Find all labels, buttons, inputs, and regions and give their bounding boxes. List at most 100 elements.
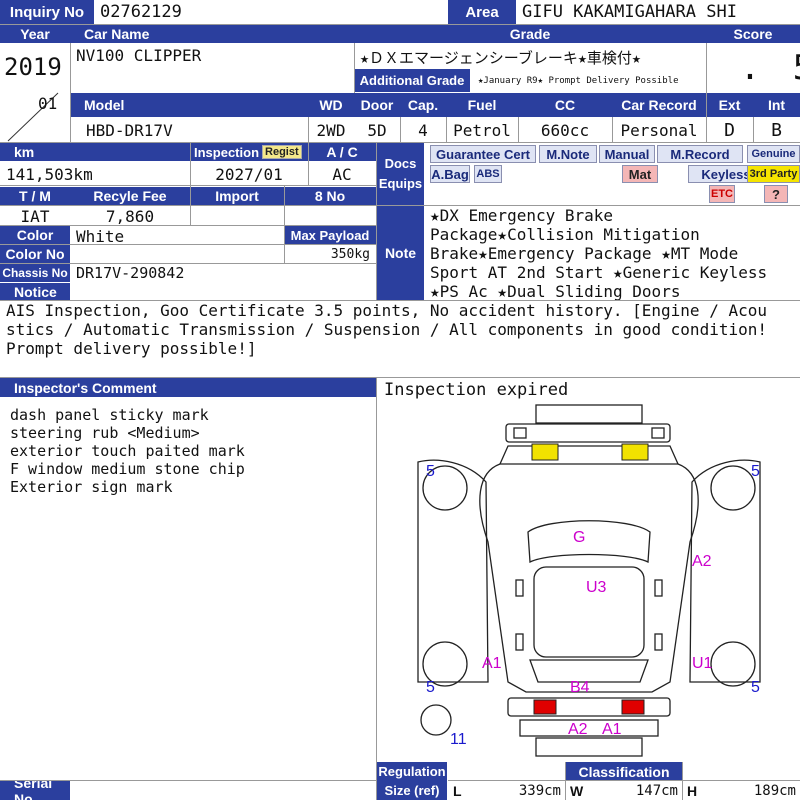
size-w: W 147cm bbox=[566, 781, 682, 800]
equip-badge: M.Record bbox=[657, 145, 743, 163]
tm-value: IAT bbox=[20, 206, 50, 226]
import-label: Import bbox=[190, 187, 284, 205]
size-w-value: 147cm bbox=[635, 782, 678, 799]
ac-label: A / C bbox=[308, 143, 376, 161]
grid-line bbox=[518, 117, 519, 143]
car-record-value: Personal bbox=[620, 120, 698, 140]
car-name-value: NV100 CLIPPER bbox=[76, 46, 202, 65]
size-ref-label: Size (ref) bbox=[377, 781, 447, 800]
grid-line bbox=[376, 143, 377, 300]
inspection-status: Inspection expired bbox=[384, 380, 569, 400]
equip-badge: Guarantee Cert bbox=[430, 145, 536, 163]
equip-badge: M.Note bbox=[539, 145, 597, 163]
grid-line bbox=[0, 300, 800, 301]
wd-label: WD bbox=[308, 93, 354, 117]
grid-line bbox=[400, 117, 401, 143]
score-value: 3 . 5 bbox=[706, 47, 800, 88]
grid-line bbox=[0, 225, 376, 226]
equips-panel: Guarantee Cert M.Note Manual M.Record Genuin… bbox=[424, 143, 800, 205]
damage-mark: A2 bbox=[568, 721, 588, 738]
model-value: HBD-DR17V bbox=[86, 120, 173, 140]
equip-badge: Manual bbox=[599, 145, 655, 163]
inspector-comment: exterior touch paited mark bbox=[10, 442, 245, 460]
damage-mark: A1 bbox=[602, 721, 622, 738]
size-h-label: H bbox=[687, 782, 698, 799]
damage-mark: A1 bbox=[482, 655, 502, 672]
note-label: Note bbox=[377, 206, 424, 300]
max-payload-value: 350kg bbox=[330, 246, 370, 262]
inspector-comment-label: Inspector's Comment bbox=[0, 378, 376, 397]
inquiry-number: 02762129 bbox=[100, 2, 182, 22]
grid-line bbox=[0, 205, 800, 206]
grade-value: ★ＤＸエマージェンシーブレーキ★車検付★ bbox=[360, 48, 641, 67]
year-label: Year bbox=[0, 24, 70, 43]
km-value: 141,503km bbox=[6, 164, 93, 184]
equips-label: Equips bbox=[378, 176, 423, 191]
taillight-left-mark bbox=[533, 699, 557, 715]
score-label: Score bbox=[706, 24, 800, 43]
damage-mark: U3 bbox=[586, 579, 607, 596]
note-text: ★DX Emergency Brake Package★Collision Mi… bbox=[430, 206, 777, 301]
inquiry-label: Inquiry No bbox=[0, 0, 94, 24]
inspector-comment: Exterior sign mark bbox=[10, 478, 173, 496]
grid-line bbox=[0, 244, 376, 245]
additional-grade-value: ★January R9★ Prompt Delivery Possible bbox=[478, 75, 679, 86]
car-record-label: Car Record bbox=[612, 93, 706, 117]
ext-label: Ext bbox=[706, 93, 753, 117]
equip-badge: A.Bag bbox=[430, 165, 470, 183]
model-label: Model bbox=[70, 93, 308, 117]
inspector-comment: dash panel sticky mark bbox=[10, 406, 209, 424]
no8-label: 8 No bbox=[284, 187, 376, 205]
size-l-label: L bbox=[453, 782, 462, 799]
grid-line bbox=[190, 143, 191, 226]
tm-label: T / M bbox=[0, 187, 70, 205]
docs-equips-label: Docs Equips bbox=[377, 143, 424, 205]
color-label: Color bbox=[0, 226, 70, 244]
grid-line bbox=[70, 43, 71, 143]
area-value: GIFU KAKAMIGAHARA SHI bbox=[522, 2, 737, 22]
inspector-comment: steering rub <Medium> bbox=[10, 424, 200, 442]
fuel-label: Fuel bbox=[446, 93, 518, 117]
damage-mark: G bbox=[573, 529, 585, 546]
equip-badge: ABS bbox=[474, 165, 502, 183]
ext-value: D bbox=[724, 119, 735, 141]
inspection-label: Inspection Regist bbox=[190, 143, 308, 161]
classification-label: Classification bbox=[566, 762, 682, 781]
grid-line bbox=[612, 117, 613, 143]
damage-mark: B4 bbox=[570, 679, 590, 696]
cap-value: 4 bbox=[418, 120, 428, 140]
door-label: Door bbox=[354, 93, 400, 117]
wd-value: 2WD bbox=[316, 120, 346, 140]
notice-text: AIS Inspection, Goo Certificate 3.5 poin… bbox=[6, 301, 777, 358]
cap-label: Cap. bbox=[400, 93, 446, 117]
grid-line bbox=[376, 377, 377, 800]
grid-line bbox=[308, 117, 309, 143]
headlight-right-mark bbox=[621, 443, 649, 461]
damage-mark: 5 bbox=[751, 679, 760, 696]
equip-badge: ETC bbox=[709, 185, 735, 203]
int-value: B bbox=[771, 119, 782, 141]
inspection-label-text: Inspection bbox=[194, 144, 260, 160]
equip-badge: Genuine bbox=[747, 145, 800, 163]
regulation-label: Regulation bbox=[377, 762, 447, 781]
notice-label: Notice bbox=[0, 283, 70, 300]
grid-line bbox=[0, 263, 376, 264]
inspection-value: 2027/01 bbox=[215, 164, 283, 184]
color-value: White bbox=[76, 226, 125, 246]
ac-value: AC bbox=[332, 164, 352, 184]
car-name-label: Car Name bbox=[70, 24, 354, 43]
max-payload-label: Max Payload bbox=[284, 226, 376, 244]
recycle-fee-label: Recyle Fee bbox=[70, 187, 190, 205]
damage-mark: 11 bbox=[450, 731, 467, 748]
regist-badge: Regist bbox=[262, 145, 302, 159]
headlight-left-mark bbox=[531, 443, 559, 461]
grid-line bbox=[446, 117, 447, 143]
area-label: Area bbox=[448, 0, 516, 24]
additional-grade-label: Additional Grade bbox=[354, 69, 470, 92]
int-label: Int bbox=[753, 93, 800, 117]
grade-label: Grade bbox=[354, 24, 706, 43]
grid-line bbox=[308, 143, 309, 186]
color-no-label: Color No bbox=[0, 245, 70, 263]
serial-no-label: Serial No bbox=[0, 775, 70, 800]
damage-mark: U1 bbox=[692, 655, 713, 672]
